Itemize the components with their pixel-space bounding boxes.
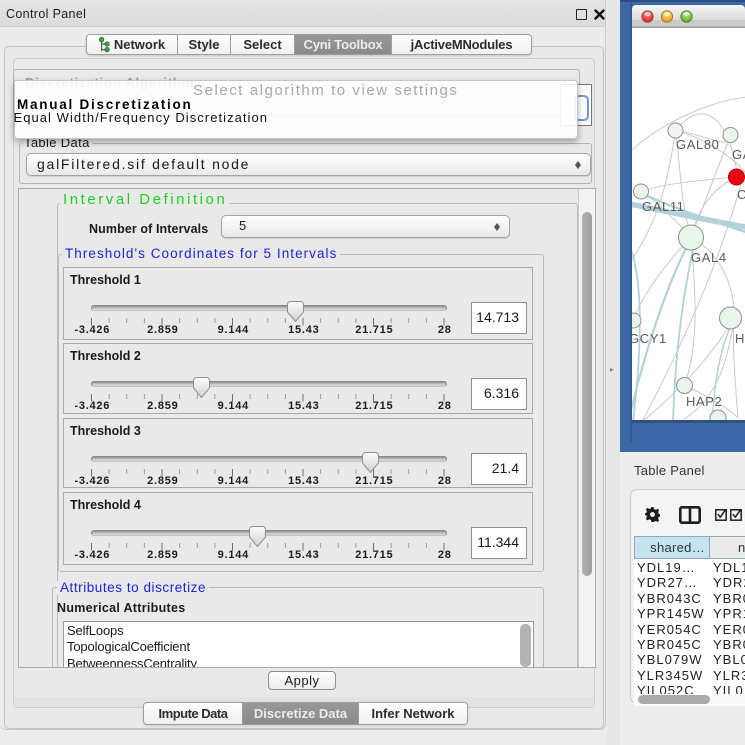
svg-text:C1: C1 <box>737 187 745 202</box>
svg-text:GAL11: GAL11 <box>642 199 685 214</box>
svg-text:HAP2: HAP2 <box>686 394 722 409</box>
svg-text:GCY1: GCY1 <box>629 331 667 346</box>
svg-text:GAL80: GAL80 <box>676 137 719 152</box>
svg-text:HI: HI <box>735 331 745 346</box>
svg-text:GAL4: GAL4 <box>691 250 727 265</box>
svg-text:GA: GA <box>732 147 745 162</box>
